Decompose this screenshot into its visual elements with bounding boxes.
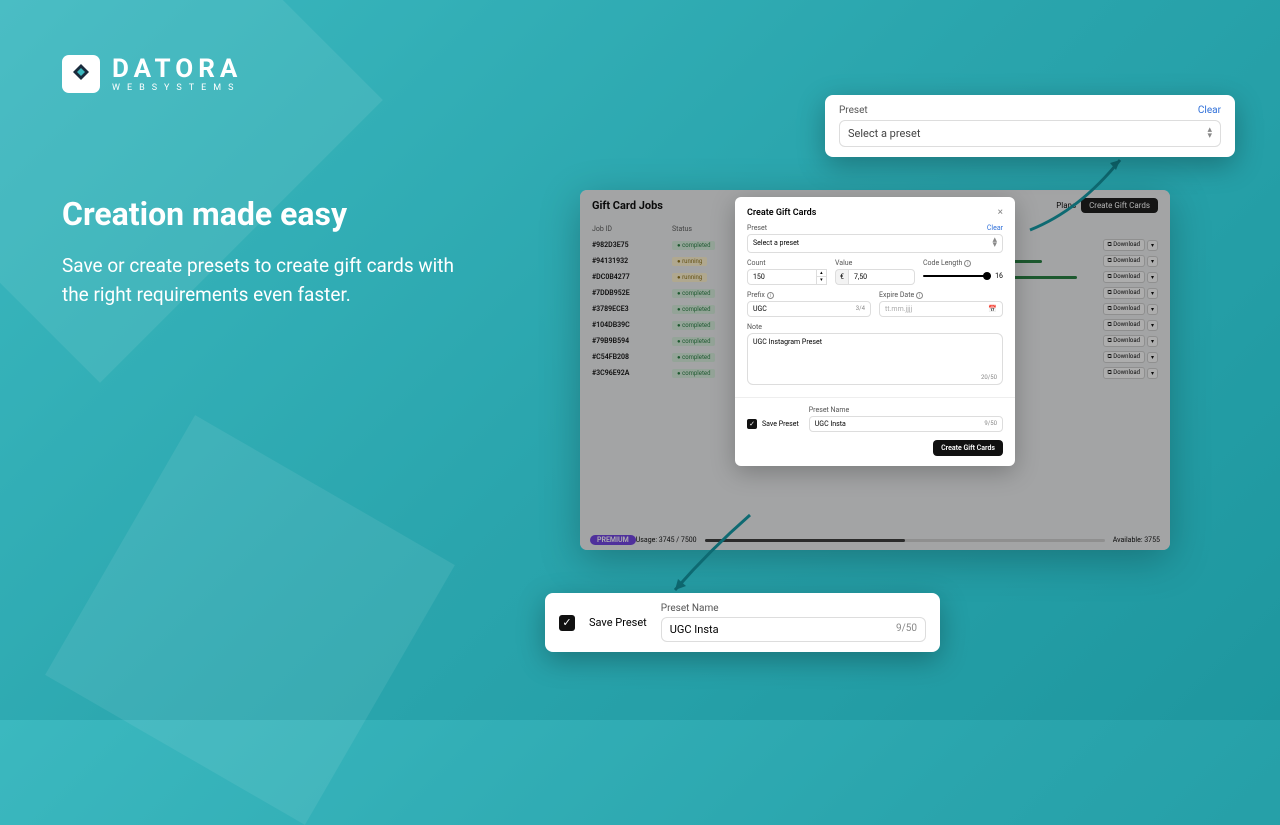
close-icon[interactable]: × bbox=[998, 207, 1003, 218]
preset-clear-link[interactable]: Clear bbox=[987, 224, 1003, 232]
expire-label: Expire Datei bbox=[879, 291, 923, 299]
modal-title: Create Gift Cards bbox=[747, 208, 816, 218]
create-gift-cards-modal: Create Gift Cards × Preset Clear Select … bbox=[735, 197, 1015, 466]
code-length-label: Code Lengthi bbox=[923, 259, 971, 267]
note-textarea[interactable]: UGC Instagram Preset 20/50 bbox=[747, 333, 1003, 385]
count-label: Count bbox=[747, 259, 766, 267]
callout-clear-link[interactable]: Clear bbox=[1198, 105, 1221, 116]
code-length-slider[interactable]: 16 bbox=[923, 269, 1003, 283]
app-window: Gift Card Jobs Plans Create Gift Cards J… bbox=[580, 190, 1170, 550]
info-icon: i bbox=[916, 292, 923, 299]
logo-mark-icon bbox=[62, 55, 100, 93]
save-preset-callout: ✓ Save Preset Preset Name UGC Insta9/50 bbox=[545, 593, 940, 652]
info-icon: i bbox=[767, 292, 774, 299]
callout-preset-name-input[interactable]: UGC Insta9/50 bbox=[661, 617, 926, 642]
chevron-updown-icon: ▴▾ bbox=[1207, 128, 1212, 139]
brand-subtitle: WEBSYSTEMS bbox=[112, 84, 242, 93]
save-preset-checkbox[interactable]: ✓ bbox=[747, 419, 757, 429]
submit-create-button[interactable]: Create Gift Cards bbox=[933, 440, 1003, 456]
arrow-icon bbox=[660, 510, 770, 600]
callout-preset-label: Preset bbox=[839, 105, 868, 116]
hero-body: Save or create presets to create gift ca… bbox=[62, 251, 482, 310]
value-label: Value bbox=[835, 259, 852, 267]
callout-preset-select[interactable]: Select a preset ▴▾ bbox=[839, 120, 1221, 147]
save-preset-label: Save Preset bbox=[762, 420, 799, 428]
prefix-input[interactable]: UGC3/4 bbox=[747, 301, 871, 317]
brand-name: DATORA bbox=[112, 56, 242, 82]
callout-save-label: Save Preset bbox=[589, 616, 647, 629]
count-stepper[interactable]: ▴▾ bbox=[817, 269, 827, 285]
preset-name-label: Preset Name bbox=[809, 406, 849, 414]
preset-label: Preset bbox=[747, 224, 767, 232]
chevron-updown-icon: ▴▾ bbox=[992, 238, 997, 249]
preset-select[interactable]: Select a preset ▴▾ bbox=[747, 234, 1003, 253]
value-input[interactable]: 7,50 bbox=[848, 269, 915, 285]
preset-select-callout: Preset Clear Select a preset ▴▾ bbox=[825, 95, 1235, 157]
arrow-icon bbox=[1020, 150, 1140, 240]
info-icon: i bbox=[964, 260, 971, 267]
hero-copy: Creation made easy Save or create preset… bbox=[62, 195, 482, 310]
brand-logo: DATORA WEBSYSTEMS bbox=[62, 55, 242, 93]
prefix-label: Prefixi bbox=[747, 291, 774, 299]
preset-name-input[interactable]: UGC Insta9/50 bbox=[809, 416, 1003, 432]
count-input[interactable]: 150 bbox=[747, 269, 817, 285]
expire-date-input[interactable]: tt.mm.jjjj 📅 bbox=[879, 301, 1003, 317]
calendar-icon: 📅 bbox=[988, 305, 997, 313]
note-label: Note bbox=[747, 323, 762, 331]
currency-prefix: € bbox=[835, 269, 848, 285]
hero-title: Creation made easy bbox=[62, 195, 482, 233]
callout-save-checkbox[interactable]: ✓ bbox=[559, 615, 575, 631]
callout-preset-name-label: Preset Name bbox=[661, 603, 926, 614]
